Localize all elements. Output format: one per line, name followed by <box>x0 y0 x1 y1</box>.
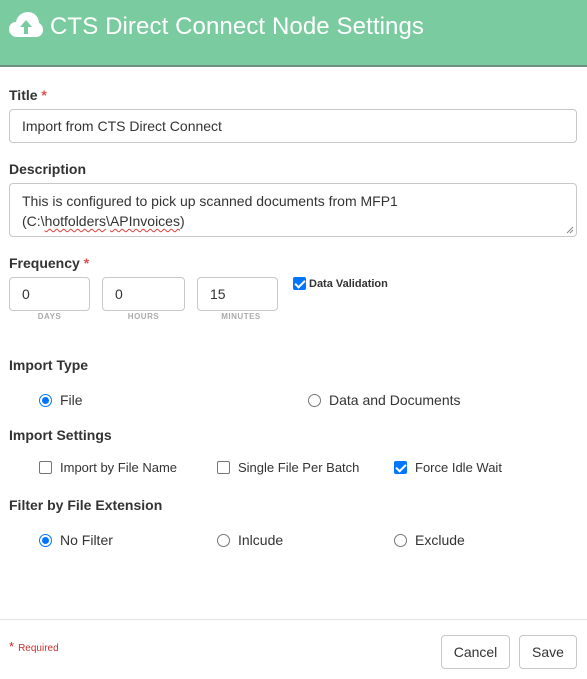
title-label: Title * <box>9 87 47 103</box>
import-type-file-label: File <box>60 392 83 408</box>
minutes-label: MINUTES <box>221 312 261 321</box>
save-button[interactable]: Save <box>519 635 577 669</box>
misspelled-word: hotfolders <box>44 213 107 229</box>
description-text: ) <box>179 213 185 229</box>
data-validation-option[interactable]: Data Validation <box>293 277 388 290</box>
exclude-label: Exclude <box>415 532 465 548</box>
import-type-file-radio[interactable] <box>39 393 52 407</box>
description-label: Description <box>9 161 87 177</box>
description-text: (C:\ <box>22 213 45 229</box>
frequency-label: Frequency * <box>9 255 89 271</box>
dialog-header: CTS Direct Connect Node Settings <box>0 0 587 67</box>
single-file-per-batch-label: Single File Per Batch <box>238 460 360 475</box>
force-idle-wait-option[interactable]: Force Idle Wait <box>394 460 502 475</box>
data-validation-label: Data Validation <box>309 277 388 290</box>
import-type-label: Import Type <box>9 357 89 373</box>
exclude-option[interactable]: Exclude <box>394 532 465 548</box>
include-radio[interactable] <box>217 533 230 547</box>
required-text: Required <box>18 643 59 654</box>
no-filter-label: No Filter <box>60 532 113 548</box>
filter-label: Filter by File Extension <box>9 497 163 513</box>
frequency-label-text: Frequency <box>9 255 80 271</box>
title-label-text: Title <box>9 87 38 103</box>
single-file-per-batch-option[interactable]: Single File Per Batch <box>217 460 359 475</box>
import-type-file-option[interactable]: File <box>39 392 83 408</box>
exclude-radio[interactable] <box>394 533 407 547</box>
import-by-file-name-checkbox[interactable] <box>39 461 52 474</box>
description-textarea[interactable]: This is configured to pick up scanned do… <box>9 183 577 237</box>
required-star: * <box>9 639 15 654</box>
force-idle-wait-checkbox[interactable] <box>394 461 407 474</box>
footer-divider <box>0 619 587 620</box>
required-note: * Required <box>9 639 59 654</box>
import-settings-label: Import Settings <box>9 427 112 443</box>
misspelled-word: APInvoices <box>109 213 180 229</box>
required-mark: * <box>41 87 47 103</box>
single-file-per-batch-checkbox[interactable] <box>217 461 230 474</box>
import-by-file-name-option[interactable]: Import by File Name <box>39 460 177 475</box>
import-by-file-name-label: Import by File Name <box>60 460 178 475</box>
hours-label: HOURS <box>127 312 160 321</box>
include-label: Inlcude <box>238 532 284 548</box>
description-line-2: (C:\hotfolders\APInvoices) <box>22 211 564 231</box>
minutes-input[interactable]: 15 <box>197 277 278 311</box>
import-type-data-docs-radio[interactable] <box>308 393 321 407</box>
dialog-title: CTS Direct Connect Node Settings <box>50 13 425 40</box>
days-input[interactable]: 0 <box>9 277 90 311</box>
title-input[interactable]: Import from CTS Direct Connect <box>9 109 577 143</box>
description-line-1: This is configured to pick up scanned do… <box>22 193 398 209</box>
hours-input[interactable]: 0 <box>102 277 185 311</box>
cancel-button[interactable]: Cancel <box>441 635 510 669</box>
include-option[interactable]: Inlcude <box>217 532 283 548</box>
no-filter-option[interactable]: No Filter <box>39 532 113 548</box>
resize-grip-icon[interactable] <box>566 226 574 234</box>
cloud-upload-icon <box>9 12 43 37</box>
required-mark: * <box>83 255 90 271</box>
import-type-data-docs-option[interactable]: Data and Documents <box>308 392 461 408</box>
force-idle-wait-label: Force Idle Wait <box>415 460 502 475</box>
import-type-data-docs-label: Data and Documents <box>329 392 461 408</box>
days-label: DAYS <box>37 312 62 321</box>
data-validation-checkbox[interactable] <box>293 277 306 290</box>
no-filter-radio[interactable] <box>39 533 52 547</box>
